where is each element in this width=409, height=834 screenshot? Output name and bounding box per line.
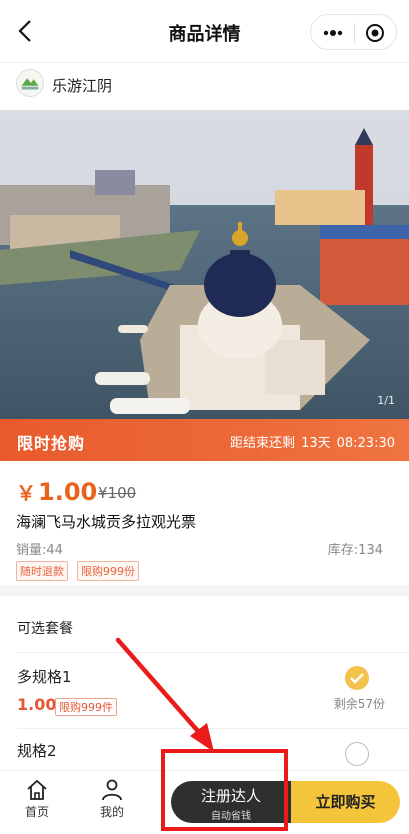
product-info: ￥1.00 ¥100 海澜飞马水城贡多拉观光票 销量:44 库存:134 随时退…	[0, 461, 409, 585]
product-image[interactable]: 1/1	[0, 110, 409, 419]
home-icon	[27, 779, 47, 800]
divider	[17, 728, 409, 729]
more-dots-icon[interactable]	[322, 24, 344, 42]
package-name-1[interactable]: 多规格1	[17, 666, 72, 687]
nav-mine-label: 我的	[99, 805, 124, 819]
countdown-time: 08:23:30	[336, 436, 395, 451]
user-icon	[102, 779, 122, 801]
sale-price: ￥1.00	[16, 477, 97, 506]
package-heading: 可选套餐	[17, 621, 73, 637]
buy-now-button[interactable]: 立即购买	[291, 781, 400, 823]
nav-home[interactable]: 首页	[12, 779, 62, 820]
refund-tag: 随时退款	[16, 561, 68, 581]
shop-name: 乐游江阴	[52, 77, 113, 95]
check-icon	[350, 673, 364, 684]
package-limit-1: 限购999件	[55, 698, 117, 716]
package-remaining-1: 剩余57份	[333, 697, 385, 711]
countdown-days: 13天	[301, 436, 331, 451]
sales-count: 销量:44	[16, 543, 63, 558]
shop-row[interactable]: 乐游江阴	[0, 62, 409, 110]
currency-symbol: ￥	[16, 481, 36, 505]
price-value: 1.00	[38, 478, 98, 506]
top-bar: 商品详情	[0, 0, 409, 62]
countdown: 距结束还剩 13天 08:23:30	[224, 432, 395, 451]
package-price-1: 1.00	[17, 695, 57, 714]
divider	[17, 652, 409, 653]
nav-mine[interactable]: 我的	[87, 779, 137, 820]
mini-program-capsule	[310, 14, 397, 50]
flash-sale-label: 限时抢购	[17, 434, 86, 453]
package-radio-2[interactable]	[345, 742, 369, 766]
countdown-prefix: 距结束还剩	[230, 436, 296, 451]
package-name-2[interactable]: 规格2	[17, 740, 57, 761]
original-price: ¥100	[98, 484, 137, 502]
shop-logo	[16, 69, 44, 97]
package-radio-1[interactable]	[345, 666, 369, 690]
stock-count: 库存:134	[327, 543, 383, 558]
limit-tag: 限购999份	[77, 561, 139, 581]
annotation-highlight-box	[161, 749, 288, 831]
image-pager: 1/1	[377, 394, 395, 407]
product-name: 海澜飞马水城贡多拉观光票	[16, 513, 197, 531]
castle-photo	[0, 110, 409, 419]
target-icon[interactable]	[365, 23, 385, 43]
flash-sale-banner: 限时抢购 距结束还剩 13天 08:23:30	[0, 419, 409, 461]
nav-home-label: 首页	[24, 805, 49, 819]
capsule-divider	[354, 23, 355, 43]
